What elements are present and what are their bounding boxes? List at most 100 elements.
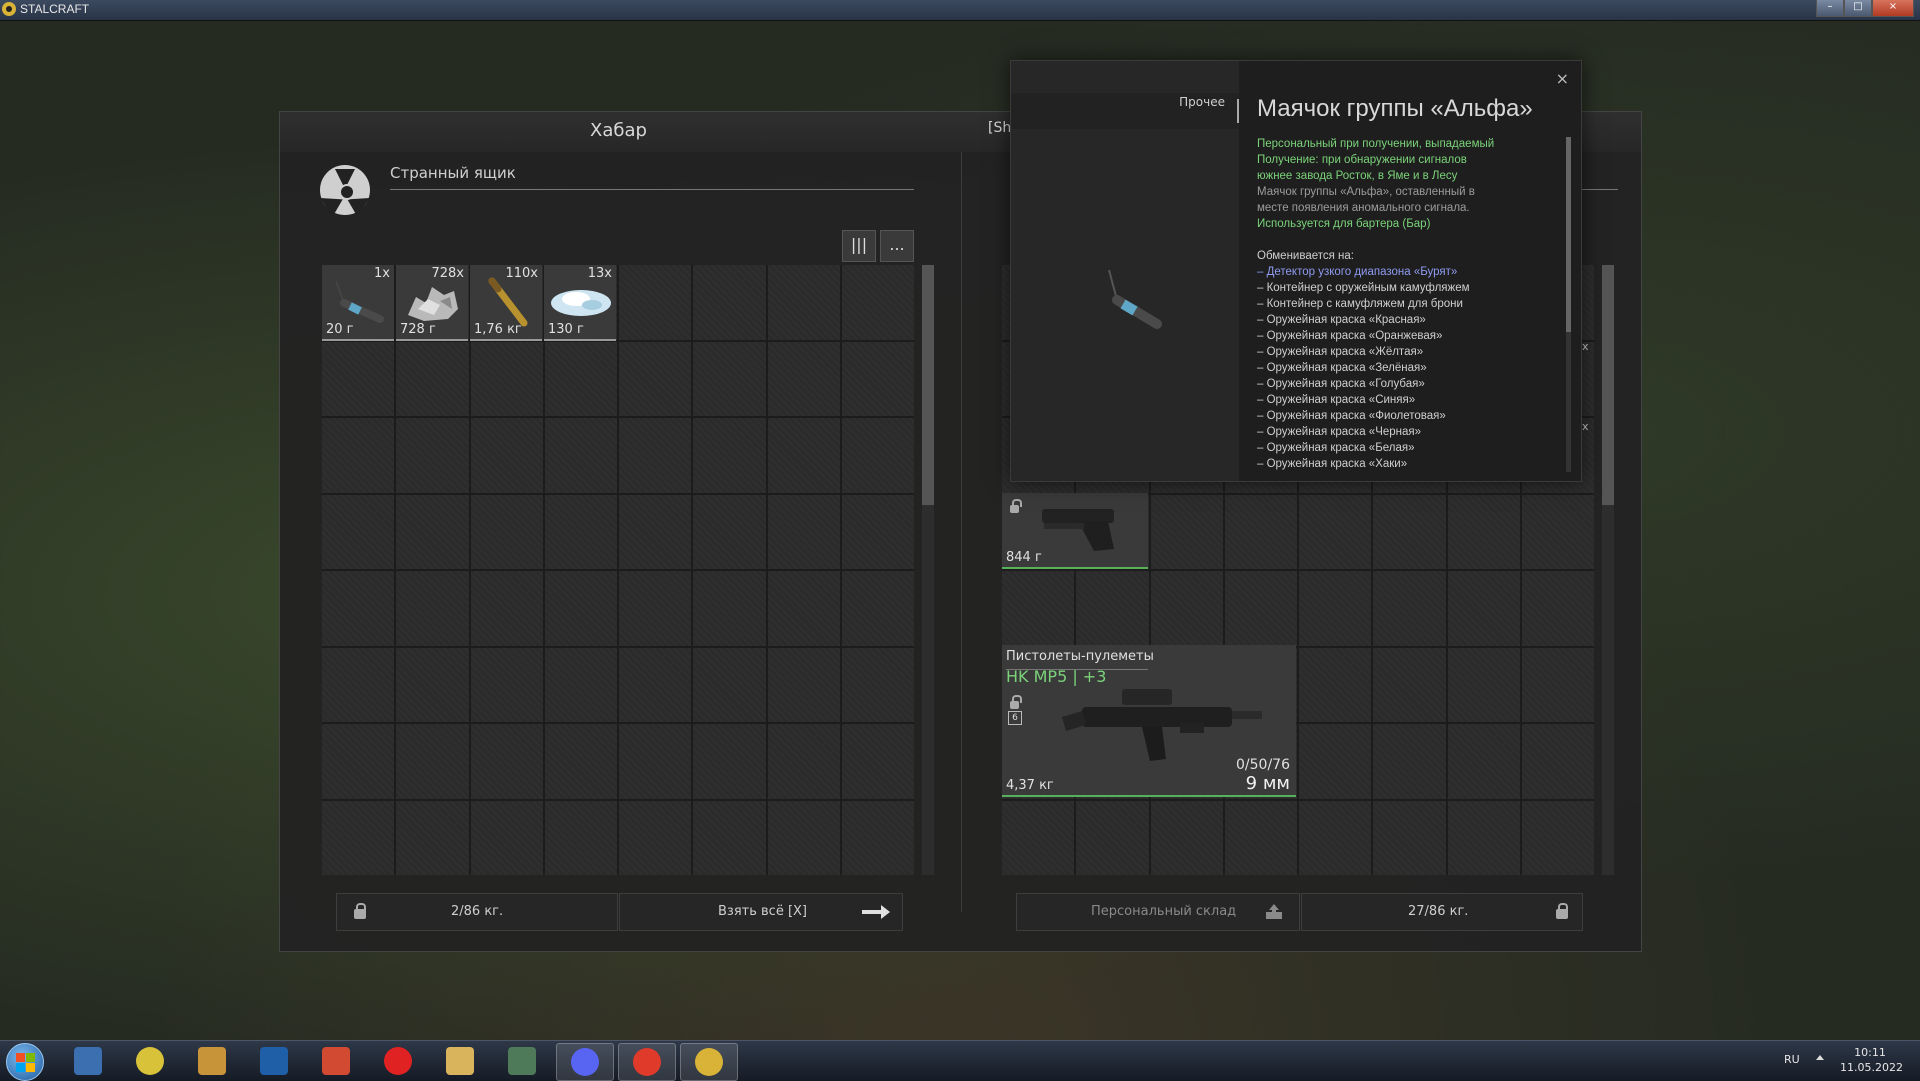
loot-grid[interactable] bbox=[322, 265, 914, 875]
item-crystal[interactable]: 13x 130 г bbox=[544, 265, 616, 341]
grid-cell[interactable] bbox=[767, 724, 840, 799]
grid-cell[interactable] bbox=[1373, 800, 1446, 875]
grid-cell[interactable] bbox=[396, 341, 469, 416]
grid-cell[interactable] bbox=[396, 724, 469, 799]
grid-cell[interactable] bbox=[1447, 571, 1520, 646]
personal-storage-button[interactable]: Персональный склад bbox=[1016, 893, 1300, 931]
grid-cell[interactable] bbox=[322, 571, 395, 646]
grid-cell[interactable] bbox=[1447, 647, 1520, 722]
tooltip-scrollbar-thumb[interactable] bbox=[1566, 137, 1571, 332]
grid-cell[interactable] bbox=[470, 418, 543, 493]
grid-cell[interactable] bbox=[1224, 800, 1297, 875]
grid-cell[interactable] bbox=[470, 494, 543, 569]
grid-cell[interactable] bbox=[1076, 800, 1149, 875]
grid-cell[interactable] bbox=[619, 571, 692, 646]
loot-scrollbar[interactable] bbox=[922, 265, 934, 875]
stash-scrollbar[interactable] bbox=[1602, 265, 1614, 875]
tray-expand-icon[interactable] bbox=[1816, 1055, 1824, 1060]
tooltip-close-button[interactable]: × bbox=[1556, 69, 1569, 88]
grid-cell[interactable] bbox=[1150, 800, 1223, 875]
clock[interactable]: 10:11 11.05.2022 bbox=[1840, 1045, 1903, 1075]
grid-cell[interactable] bbox=[693, 265, 766, 340]
grid-cell[interactable] bbox=[1373, 647, 1446, 722]
taskbar-app-yandex[interactable] bbox=[618, 1043, 676, 1081]
grid-cell[interactable] bbox=[693, 571, 766, 646]
grid-cell[interactable] bbox=[1299, 571, 1372, 646]
grid-cell[interactable] bbox=[693, 418, 766, 493]
grid-cell[interactable] bbox=[619, 724, 692, 799]
grid-cell[interactable] bbox=[396, 647, 469, 722]
grid-cell[interactable] bbox=[619, 800, 692, 875]
grid-cell[interactable] bbox=[767, 800, 840, 875]
grid-cell[interactable] bbox=[1521, 647, 1594, 722]
item-smg[interactable]: Пистолеты-пулеметы HK MP5 | +3 6 0/50/76… bbox=[1002, 645, 1296, 797]
grid-cell[interactable] bbox=[544, 724, 617, 799]
close-window-button[interactable]: × bbox=[1872, 0, 1914, 17]
grid-cell[interactable] bbox=[619, 418, 692, 493]
taskbar-app-stalcraft[interactable] bbox=[680, 1043, 738, 1081]
grid-cell[interactable] bbox=[693, 494, 766, 569]
grid-cell[interactable] bbox=[1076, 571, 1149, 646]
grid-cell[interactable] bbox=[470, 800, 543, 875]
grid-cell[interactable] bbox=[619, 647, 692, 722]
maximize-button[interactable]: □ bbox=[1844, 0, 1872, 17]
grid-cell[interactable] bbox=[396, 494, 469, 569]
grid-cell[interactable] bbox=[1447, 800, 1520, 875]
grid-cell[interactable] bbox=[322, 800, 395, 875]
taskbar-app-ccleaner[interactable] bbox=[308, 1043, 364, 1079]
grid-cell[interactable] bbox=[470, 341, 543, 416]
grid-cell[interactable] bbox=[1521, 571, 1594, 646]
grid-cell[interactable] bbox=[1224, 494, 1297, 569]
grid-cell[interactable] bbox=[841, 571, 914, 646]
grid-cell[interactable] bbox=[693, 800, 766, 875]
grid-cell[interactable] bbox=[1447, 494, 1520, 569]
grid-cell[interactable] bbox=[544, 341, 617, 416]
grid-cell[interactable] bbox=[767, 341, 840, 416]
grid-cell[interactable] bbox=[841, 800, 914, 875]
grid-cell[interactable] bbox=[1373, 494, 1446, 569]
grid-cell[interactable] bbox=[544, 647, 617, 722]
grid-cell[interactable] bbox=[470, 647, 543, 722]
grid-cell[interactable] bbox=[1373, 724, 1446, 799]
taskbar-app-chrome[interactable] bbox=[122, 1043, 178, 1079]
grid-cell[interactable] bbox=[841, 724, 914, 799]
taskbar-app-explorer[interactable] bbox=[60, 1043, 116, 1079]
grid-cell[interactable] bbox=[767, 494, 840, 569]
more-options-button[interactable]: ... bbox=[880, 230, 914, 262]
grid-cell[interactable] bbox=[1002, 571, 1075, 646]
item-ammo[interactable]: 110x 1,76 кг bbox=[470, 265, 542, 341]
grid-cell[interactable] bbox=[544, 571, 617, 646]
grid-cell[interactable] bbox=[396, 571, 469, 646]
grid-cell[interactable] bbox=[619, 494, 692, 569]
grid-cell[interactable] bbox=[1373, 571, 1446, 646]
grid-cell[interactable] bbox=[841, 341, 914, 416]
grid-cell[interactable] bbox=[322, 418, 395, 493]
minimize-button[interactable]: – bbox=[1816, 0, 1844, 17]
grid-cell[interactable] bbox=[322, 341, 395, 416]
item-beacon[interactable]: 1x 20 г bbox=[322, 265, 394, 341]
tooltip-scrollbar[interactable] bbox=[1566, 137, 1571, 472]
grid-cell[interactable] bbox=[322, 647, 395, 722]
grid-cell[interactable] bbox=[396, 800, 469, 875]
grid-cell[interactable] bbox=[544, 494, 617, 569]
grid-cell[interactable] bbox=[841, 418, 914, 493]
grid-cell[interactable] bbox=[470, 724, 543, 799]
grid-cell[interactable] bbox=[1299, 647, 1372, 722]
grid-cell[interactable] bbox=[470, 571, 543, 646]
grid-cell[interactable] bbox=[767, 418, 840, 493]
tooltip-link[interactable]: – Детектор узкого диапазона «Бурят» bbox=[1257, 264, 1562, 280]
grid-cell[interactable] bbox=[693, 341, 766, 416]
grid-cell[interactable] bbox=[841, 494, 914, 569]
grid-cell[interactable] bbox=[619, 341, 692, 416]
grid-cell[interactable] bbox=[1299, 724, 1372, 799]
grid-cell[interactable] bbox=[767, 265, 840, 340]
taskbar-app-folder[interactable] bbox=[432, 1043, 488, 1079]
grid-cell[interactable] bbox=[322, 494, 395, 569]
grid-cell[interactable] bbox=[1521, 800, 1594, 875]
grid-cell[interactable] bbox=[1521, 494, 1594, 569]
take-all-button[interactable]: Взять всё [X] bbox=[619, 893, 903, 931]
grid-cell[interactable] bbox=[322, 724, 395, 799]
loot-scrollbar-thumb[interactable] bbox=[922, 265, 934, 505]
grid-cell[interactable] bbox=[1521, 724, 1594, 799]
grid-cell[interactable] bbox=[1299, 494, 1372, 569]
